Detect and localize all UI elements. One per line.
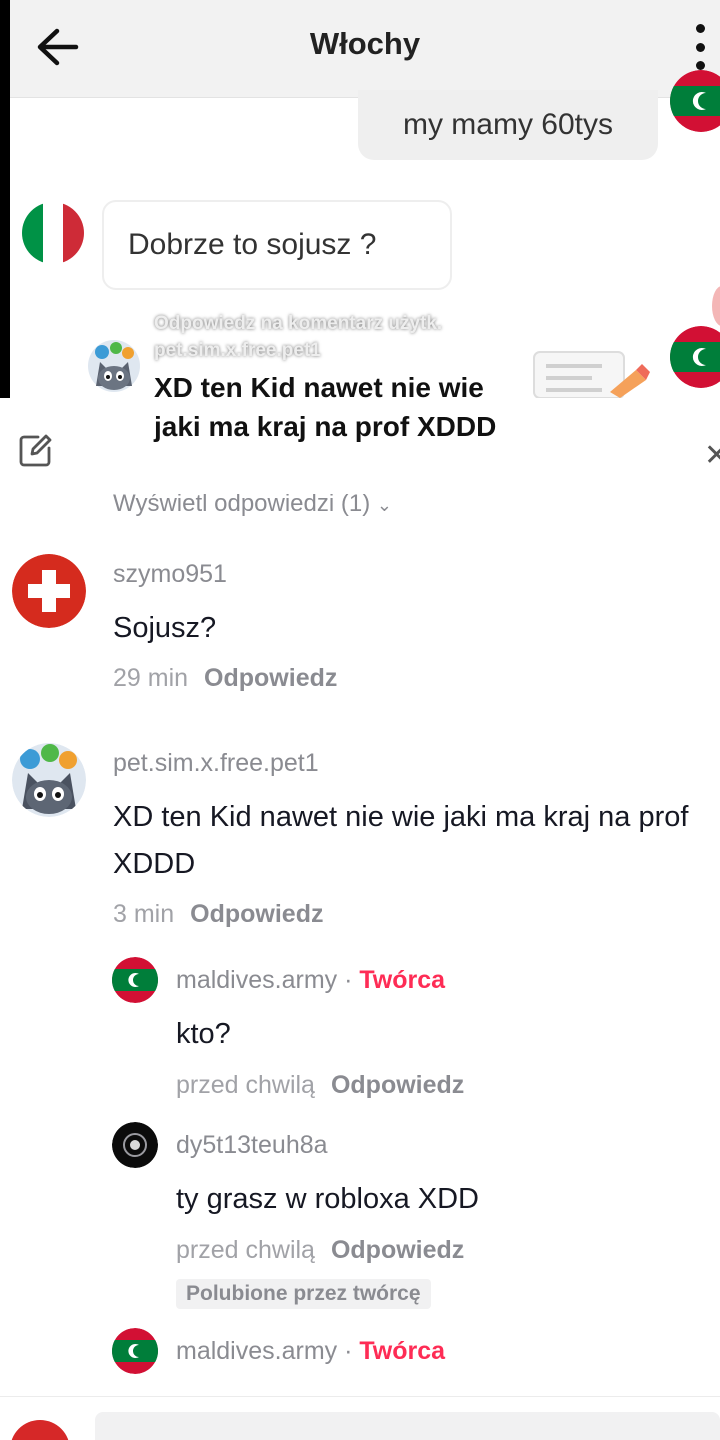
partial-avatar (712, 286, 720, 326)
reply-text: kto? (176, 1018, 231, 1050)
message-incoming: Dobrze to sojusz ? (102, 200, 452, 290)
italy-flag-icon (22, 202, 84, 264)
cat-avatar-icon (88, 340, 140, 392)
dark-avatar-icon[interactable] (112, 1122, 158, 1168)
liked-by-creator-badge: Polubione przez twórcę (176, 1279, 431, 1309)
reply-button[interactable]: Odpowiedz (204, 664, 337, 692)
comment-time: 3 min (113, 900, 175, 928)
reply-meta: przed chwilą Odpowiedz (176, 1071, 464, 1100)
reply-username[interactable]: maldives.army (176, 1337, 337, 1365)
view-replies-link[interactable]: Wyświetl odpowiedzi (1) ⌄ (113, 494, 392, 518)
reply-button[interactable]: Odpowiedz (331, 1071, 464, 1099)
reply-username-row: maldives.army · Twórca (176, 1337, 445, 1366)
note-pencil-icon (532, 350, 650, 398)
reply-button[interactable]: Odpowiedz (331, 1236, 464, 1264)
chat-title: Włochy (309, 26, 421, 61)
reply-username-row: maldives.army · Twórca (176, 966, 445, 995)
more-options-icon[interactable] (690, 24, 710, 70)
chat-header: Włochy (10, 0, 720, 98)
separator-dot: · (344, 966, 353, 994)
view-replies-label: Wyświetl odpowiedzi (1) (113, 494, 371, 517)
separator-dot: · (344, 1337, 353, 1365)
creator-badge: Twórca (359, 966, 446, 994)
reply-meta: przed chwilą Odpowiedz (176, 1236, 464, 1265)
reply-sticker-text: XD ten Kid nawet nie wie jaki ma kraj na… (154, 372, 497, 442)
message-outgoing: my mamy 60tys (358, 90, 658, 160)
comment-time: 29 min (113, 664, 189, 692)
reply-time: przed chwilą (176, 1236, 315, 1264)
creator-badge: Twórca (359, 1337, 446, 1365)
left-edge-bar (0, 0, 10, 398)
close-icon[interactable]: ✕ (704, 438, 720, 473)
comment-meta: 3 min Odpowiedz (113, 900, 323, 929)
comment-text: XD ten Kid nawet nie wie jaki ma kraj na… (113, 801, 689, 880)
maldives-flag-icon[interactable] (112, 957, 158, 1003)
comment-username[interactable]: szymo951 (113, 560, 227, 589)
maldives-flag-icon (670, 70, 720, 132)
reply-reference-user: pet.sim.x.free.pet1 (154, 340, 321, 361)
reply-reference-label: Odpowiedz na komentarz użytk. (154, 313, 443, 334)
chevron-down-icon: ⌄ (376, 495, 392, 515)
comment-username[interactable]: pet.sim.x.free.pet1 (113, 749, 319, 778)
comment-input[interactable] (95, 1412, 720, 1440)
reply-time: przed chwilą (176, 1071, 315, 1099)
maldives-flag-icon (670, 326, 720, 388)
message-text: Dobrze to sojusz ? (128, 228, 377, 261)
maldives-flag-icon[interactable] (112, 1328, 158, 1374)
comment-meta: 29 min Odpowiedz (113, 664, 337, 693)
reply-username[interactable]: dy5t13teuh8a (176, 1131, 328, 1160)
reply-text: ty grasz w robloxa XDD (176, 1183, 479, 1215)
reply-button[interactable]: Odpowiedz (190, 900, 323, 928)
message-text: my mamy 60tys (402, 108, 614, 141)
swiss-flag-icon[interactable] (12, 554, 86, 628)
reply-reference: Odpowiedz na komentarz użytk. pet.sim.x.… (154, 310, 442, 364)
comment-text: Sojusz? (113, 612, 217, 644)
edit-icon[interactable] (18, 432, 54, 468)
cat-avatar-icon[interactable] (12, 743, 86, 817)
reply-username[interactable]: maldives.army (176, 966, 337, 994)
